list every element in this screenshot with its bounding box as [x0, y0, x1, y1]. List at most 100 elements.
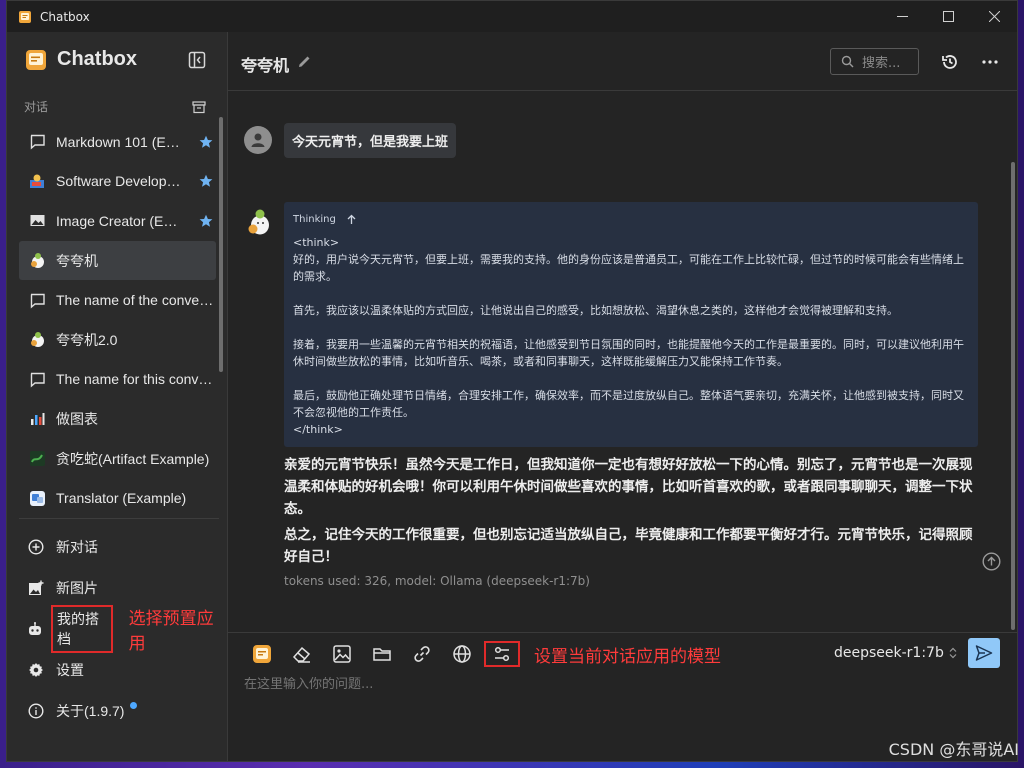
conversation-label: Image Creator (E… — [56, 212, 178, 229]
chat-scrollbar[interactable] — [1011, 162, 1015, 630]
star-icon[interactable] — [199, 135, 213, 149]
gear-icon — [29, 662, 43, 677]
about-label: 关于(1.9.7) — [56, 702, 125, 719]
sidebar-divider — [19, 518, 219, 519]
minimize-icon — [896, 16, 908, 17]
conversation-item-active[interactable]: 夸夸机 — [19, 240, 216, 281]
close-icon — [988, 11, 1000, 22]
chevron-updown-icon — [949, 647, 957, 659]
assistant-answer: 亲爱的元宵节快乐！虽然今天是工作日，但我知道你一定也有想好好放松一下的心情。别忘… — [284, 454, 982, 568]
thinking-line: <think> — [293, 236, 340, 249]
chat-bubble-icon — [30, 372, 45, 388]
conversations-label: 对话 — [24, 100, 49, 114]
archive-icon[interactable] — [192, 100, 206, 114]
search-placeholder: 搜索... — [862, 56, 901, 71]
scroll-up-icon[interactable] — [982, 552, 1001, 571]
new-image-label: 新图片 — [56, 579, 98, 596]
user-icon — [251, 133, 265, 147]
user-avatar — [244, 126, 272, 154]
robot-icon — [29, 621, 41, 635]
sidebar: Chatbox 对话 Markdown 101 (E… Software Dev… — [7, 32, 228, 761]
thinking-line: 最后，鼓励他正确处理节日情绪，合理安排工作，确保效率，而不是过度放纵自己。整体语… — [293, 389, 964, 419]
chatbox-logo-icon — [26, 49, 46, 70]
bot-avatar-icon — [248, 209, 269, 235]
my-partners-label: 我的搭档 — [51, 604, 113, 653]
web-browsing-button[interactable] — [442, 641, 482, 667]
attach-file-button[interactable] — [362, 641, 402, 667]
sidebar-scrollbar[interactable] — [219, 117, 223, 372]
conversation-label: 做图表 — [56, 410, 98, 427]
conversation-item[interactable]: 贪吃蛇(Artifact Example) — [19, 439, 216, 479]
chatbox-logo-icon — [19, 10, 31, 23]
attach-image-button[interactable] — [322, 641, 362, 667]
history-icon[interactable] — [940, 52, 960, 72]
snake-avatar-icon — [29, 451, 45, 467]
title-bar: Chatbox — [7, 1, 1017, 32]
conversation-item[interactable]: 夸夸机2.0 — [19, 320, 216, 360]
chat-header: 夸夸机 搜索... — [228, 32, 1017, 91]
conversations-header: 对话 — [24, 98, 206, 115]
main-panel: 夸夸机 搜索... 今天元宵节，但是我要上班 Thinking <think> … — [228, 32, 1017, 761]
conversation-item[interactable]: 做图表 — [19, 399, 216, 439]
conversation-label: Software Develop… — [56, 173, 181, 190]
thinking-line: 好的，用户说今天元宵节，但要上班，需要我的支持。他的身份应该是普通员工，可能在工… — [293, 253, 964, 283]
thinking-toggle[interactable]: Thinking — [293, 211, 969, 228]
my-partners-annotation: 选择预置应用 — [128, 608, 214, 653]
user-message: 今天元宵节，但是我要上班 — [284, 123, 457, 158]
chat-bubble-icon — [30, 293, 45, 309]
thinking-block: Thinking <think> 好的，用户说今天元宵节，但要上班，需要我的支持… — [284, 202, 978, 447]
model-settings-button[interactable] — [484, 641, 520, 667]
pencil-icon[interactable] — [297, 54, 312, 69]
input-toolbar: 设置当前对话应用的模型 — [242, 641, 721, 667]
brand-name: Chatbox — [57, 48, 137, 70]
chart-avatar-icon — [30, 413, 44, 426]
maximize-button[interactable] — [925, 1, 971, 32]
more-options-icon[interactable] — [980, 52, 1000, 72]
add-image-icon — [29, 580, 44, 595]
conversation-label: 夸夸机 — [56, 252, 98, 269]
thinking-label: Thinking — [293, 214, 336, 225]
model-selector[interactable]: deepseek-r1:7b — [834, 645, 958, 661]
conversation-item[interactable]: Translator (Example) — [19, 478, 216, 518]
conversation-item[interactable]: Image Creator (E… — [19, 201, 216, 241]
maximize-icon — [942, 11, 954, 22]
conversation-label: Translator (Example) — [56, 490, 187, 507]
send-button[interactable] — [968, 638, 1000, 668]
app-window: Chatbox Chatbox 对话 Markdown 101 (E… Soft… — [6, 0, 1018, 762]
conversation-label: 贪吃蛇(Artifact Example) — [56, 450, 210, 467]
search-button[interactable]: 搜索... — [830, 48, 919, 75]
eraser-icon — [292, 646, 311, 663]
attach-link-button[interactable] — [402, 641, 442, 667]
close-button[interactable] — [971, 1, 1017, 32]
settings-label: 设置 — [56, 661, 84, 678]
chat-bubble-icon — [30, 135, 45, 150]
conversation-item[interactable]: Software Develop… — [19, 162, 216, 202]
model-name: deepseek-r1:7b — [834, 645, 944, 661]
brand: Chatbox — [25, 48, 137, 71]
chat-messages: 今天元宵节，但是我要上班 Thinking <think> 好的，用户说今天元宵… — [228, 92, 1017, 632]
star-icon[interactable] — [199, 174, 213, 188]
collapse-sidebar-icon[interactable] — [188, 51, 206, 69]
conversation-label: The name of the conve… — [56, 292, 214, 309]
thinking-line: </think> — [293, 423, 343, 436]
conversation-title: 夸夸机 — [241, 56, 290, 75]
conversation-item[interactable]: Markdown 101 (E… — [19, 122, 216, 162]
new-chat-button[interactable]: 新对话 — [19, 526, 219, 567]
star-icon[interactable] — [199, 214, 213, 228]
arrow-up-icon — [347, 214, 356, 224]
my-partners-button[interactable]: 我的搭档 选择预置应用 — [19, 604, 219, 653]
clear-button[interactable] — [282, 641, 322, 667]
conversation-item[interactable]: The name for this conv… — [19, 360, 216, 400]
partner-button[interactable] — [242, 641, 282, 667]
settings-button[interactable]: 设置 — [19, 649, 219, 690]
about-button[interactable]: 关于(1.9.7) — [19, 690, 219, 731]
conversation-item[interactable]: The name of the conve… — [19, 280, 216, 320]
message-input[interactable] — [244, 677, 944, 692]
bot-avatar-icon — [30, 332, 44, 348]
search-icon — [841, 55, 854, 68]
minimize-button[interactable] — [879, 1, 925, 32]
send-icon — [975, 645, 993, 661]
window-title: Chatbox — [40, 9, 90, 24]
link-icon — [414, 646, 430, 662]
new-image-button[interactable]: 新图片 — [19, 567, 219, 608]
